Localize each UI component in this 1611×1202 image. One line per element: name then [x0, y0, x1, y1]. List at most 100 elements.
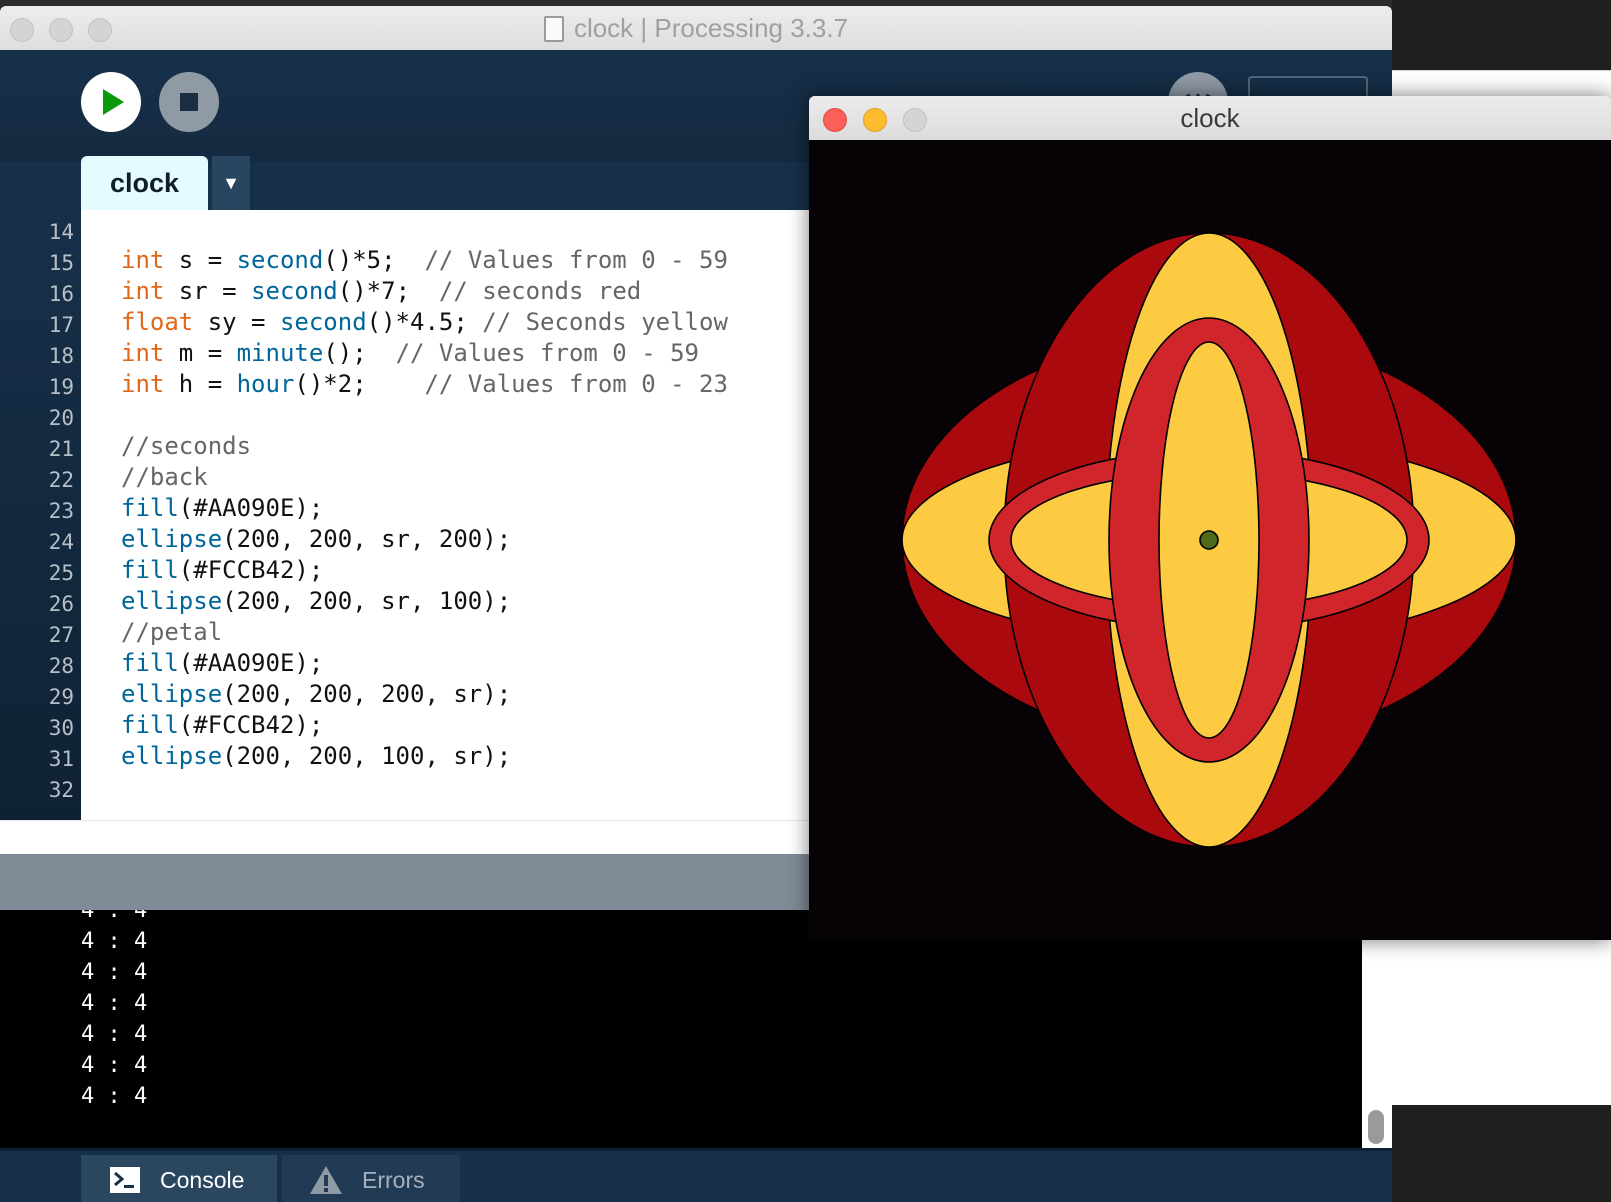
errors-tab-label: Errors [362, 1167, 425, 1193]
code-function: ellipse [121, 742, 223, 770]
code-line: int s = second()*5; // Values from 0 - 5… [121, 246, 728, 274]
line-number: 15 [48, 251, 74, 275]
code-function: second [251, 277, 338, 305]
code-comment: // Values from 0 - 23 [424, 370, 728, 398]
line-number: 32 [48, 778, 74, 802]
code-comment: //petal [121, 618, 223, 646]
console-output[interactable]: 4 : 4 4 : 4 4 : 4 4 : 4 4 : 4 4 : 4 4 : … [0, 910, 1362, 1148]
code-function: fill [121, 494, 179, 522]
code-text: ()*2; [294, 370, 425, 398]
code-line: fill(#FCCB42); [121, 711, 323, 739]
line-number: 28 [48, 654, 74, 678]
code-function: fill [121, 711, 179, 739]
code-keyword: float [121, 308, 194, 336]
clock-drawing [901, 232, 1517, 848]
play-icon [103, 89, 124, 115]
console-scrollbar-thumb[interactable] [1368, 1110, 1384, 1144]
sketch-canvas [809, 140, 1611, 940]
code-text: (200, 200, sr, 100); [222, 587, 512, 615]
title-bar: clock | Processing 3.3.7 [0, 6, 1392, 51]
code-text: (#FCCB42); [178, 711, 324, 739]
code-line: float sy = second()*4.5; // Seconds yell… [121, 308, 728, 336]
code-text: ()*5; [323, 246, 425, 274]
code-line: //petal [121, 618, 222, 646]
line-number: 20 [48, 406, 74, 430]
code-text: (200, 200, 200, sr); [222, 680, 512, 708]
code-keyword: int [121, 370, 165, 398]
sketch-window-title: clock [1180, 103, 1240, 133]
code-function: fill [121, 649, 179, 677]
code-text: (#AA090E); [178, 649, 324, 677]
run-button[interactable] [81, 72, 141, 132]
console-line: 4 : 4 [81, 1053, 148, 1078]
line-number: 29 [48, 685, 74, 709]
console-line: 4 : 4 [81, 960, 148, 985]
console-line: 4 : 4 [81, 991, 148, 1016]
code-text: h = [164, 370, 237, 398]
code-text: (200, 200, 100, sr); [222, 742, 512, 770]
line-number: 23 [48, 499, 74, 523]
line-number: 17 [48, 313, 74, 337]
tab-menu-button[interactable]: ▼ [212, 156, 250, 210]
line-number: 22 [48, 468, 74, 492]
code-comment: // Values from 0 - 59 [424, 246, 728, 274]
code-function: ellipse [121, 525, 223, 553]
sketch-title-bar: clock [809, 96, 1611, 141]
tab-console[interactable]: Console [81, 1155, 277, 1202]
console-line: 4 : 4 [81, 1084, 148, 1109]
code-text: (#FCCB42); [178, 556, 324, 584]
code-text: m = [164, 339, 237, 367]
code-function: minute [236, 339, 324, 367]
tab-errors[interactable]: Errors [282, 1155, 460, 1202]
code-text: sy = [193, 308, 280, 336]
code-keyword: int [121, 277, 165, 305]
code-comment: //back [121, 463, 208, 491]
code-function: second [279, 308, 367, 336]
code-comment: //seconds [121, 432, 252, 460]
line-number: 21 [48, 437, 74, 461]
line-number: 24 [48, 530, 74, 554]
code-comment: // Seconds yellow [482, 308, 728, 336]
code-text: (); [323, 339, 396, 367]
terminal-icon [110, 1167, 140, 1193]
code-line: fill(#AA090E); [121, 494, 323, 522]
code-line: int sr = second()*7; // seconds red [121, 277, 641, 305]
line-number: 18 [48, 344, 74, 368]
line-number: 14 [48, 220, 74, 244]
code-text: (200, 200, sr, 200); [222, 525, 512, 553]
window-title: clock | Processing 3.3.7 [0, 6, 1392, 50]
code-function: ellipse [121, 680, 223, 708]
stop-button[interactable] [159, 72, 219, 132]
console-footer: Console Errors [0, 1148, 1392, 1202]
code-line: ellipse(200, 200, sr, 100); [121, 587, 511, 615]
code-text: ()*7; [337, 277, 439, 305]
line-number-gutter: 14 15 16 17 18 19 20 21 22 23 24 25 26 2… [0, 210, 81, 820]
line-number: 16 [48, 282, 74, 306]
console-line: 4 : 4 [81, 1022, 148, 1047]
code-line: fill(#FCCB42); [121, 556, 323, 584]
code-line: int m = minute(); // Values from 0 - 59 [121, 339, 699, 367]
tab-clock[interactable]: clock [81, 156, 208, 210]
code-line: ellipse(200, 200, 100, sr); [121, 742, 511, 770]
line-number: 27 [48, 623, 74, 647]
code-function: fill [121, 556, 179, 584]
code-function: ellipse [121, 587, 223, 615]
line-number: 19 [48, 375, 74, 399]
code-comment: // Values from 0 - 59 [395, 339, 699, 367]
code-text: sr = [164, 277, 252, 305]
console-line: 4 : 4 [81, 929, 148, 954]
code-text: ()*4.5; [366, 308, 483, 336]
stop-icon [180, 93, 198, 111]
console-line: 4 : 4 [81, 910, 148, 923]
code-text: s = [164, 246, 237, 274]
code-keyword: int [121, 339, 165, 367]
code-comment: // seconds red [438, 277, 642, 305]
code-function: hour [236, 370, 295, 398]
code-line: //seconds [121, 432, 251, 460]
code-line: ellipse(200, 200, sr, 200); [121, 525, 511, 553]
line-number: 31 [48, 747, 74, 771]
center-dot [1199, 530, 1219, 550]
code-keyword: int [121, 246, 165, 274]
warning-triangle-icon [310, 1166, 342, 1194]
document-icon [543, 16, 564, 42]
